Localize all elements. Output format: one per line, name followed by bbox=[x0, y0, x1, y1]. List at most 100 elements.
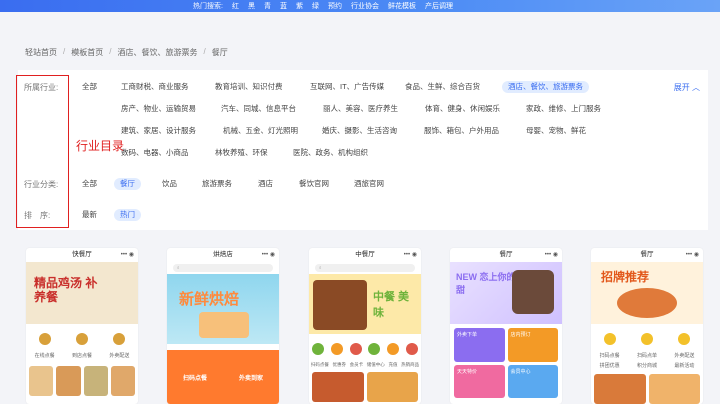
food-thumb bbox=[366, 372, 418, 402]
icon-label: 扫码点餐 bbox=[310, 362, 329, 367]
breadcrumb-separator: / bbox=[203, 47, 206, 56]
industry-option[interactable]: 机械、五金、灯光照明 bbox=[223, 125, 298, 137]
hot-search-label: 热门搜索: bbox=[193, 3, 223, 10]
wallet-icon bbox=[368, 343, 381, 355]
category-option[interactable]: 旅游票务 bbox=[202, 178, 232, 190]
card-title: 餐厅 bbox=[499, 251, 513, 258]
card-phone-header: 餐厅 ••• ◉ bbox=[450, 248, 562, 262]
category-option[interactable]: 酒旅官网 bbox=[354, 178, 384, 190]
breadcrumb-item[interactable]: 模板首页 bbox=[71, 47, 103, 58]
sort-option[interactable]: 最新 bbox=[82, 209, 97, 221]
industry-option[interactable]: 母婴、宠物、鲜花 bbox=[526, 125, 586, 137]
hot-icon bbox=[405, 343, 418, 355]
breadcrumb-separator: / bbox=[109, 47, 112, 56]
industry-option[interactable]: 建筑、家居、设计服务 bbox=[121, 125, 196, 137]
template-card[interactable]: 中餐厅 ••• ◉ ⌕ 中餐 美味 扫码点餐 优惠券 会员卡 储值中心 充值 热… bbox=[309, 248, 421, 404]
category-option[interactable]: 餐饮官网 bbox=[299, 178, 329, 190]
card-feature-grid: 外卖下单 店内预订 天天特价 会员中心 bbox=[454, 328, 558, 398]
icon-label: 到店点餐 bbox=[71, 353, 92, 359]
industry-option[interactable]: 数码、电器、小商品 bbox=[121, 147, 189, 159]
expand-toggle[interactable]: 展开 ︿ bbox=[674, 82, 700, 93]
template-card[interactable]: 烘焙店 ••• ◉ ⌕ 新鲜烘焙 扫码点餐 外卖到家 bbox=[167, 248, 279, 404]
hot-keyword[interactable]: 蓝 bbox=[280, 1, 287, 11]
icon-label: 热销商品 bbox=[401, 362, 420, 367]
industry-option[interactable]: 全部 bbox=[82, 81, 97, 93]
action-label: 扫码点餐 bbox=[182, 375, 207, 382]
category-option[interactable]: 酒店 bbox=[258, 178, 273, 190]
icon-label: 在线点餐 bbox=[34, 353, 55, 359]
template-card[interactable]: 快餐厅 ••• ◉ 精品鸡汤 补养餐 在线点餐 到店点餐 外卖配送 bbox=[26, 248, 138, 404]
feature-tile: 会员中心 bbox=[507, 364, 558, 398]
industry-option-selected[interactable]: 酒店、餐饮、旅游票务 bbox=[502, 81, 589, 93]
industry-option[interactable]: 工商财税、商业服务 bbox=[121, 81, 189, 93]
template-card-grid: 快餐厅 ••• ◉ 精品鸡汤 补养餐 在线点餐 到店点餐 外卖配送 烘焙店 ••… bbox=[0, 248, 720, 404]
industry-option[interactable]: 林牧养殖、环保 bbox=[215, 147, 268, 159]
food-thumb bbox=[83, 366, 108, 396]
card-phone-header: 快餐厅 ••• ◉ bbox=[26, 248, 138, 262]
icon-label: 最新活动 bbox=[674, 363, 695, 369]
more-dots-icon: ••• ◉ bbox=[120, 252, 134, 258]
qr-icon bbox=[640, 333, 653, 345]
hot-keyword[interactable]: 鲜花模板 bbox=[388, 1, 416, 11]
hot-keyword[interactable]: 红 bbox=[232, 1, 239, 11]
card-icon-row bbox=[26, 326, 138, 352]
breadcrumb-item[interactable]: 轻站首页 bbox=[25, 47, 57, 58]
more-dots-icon: ••• ◉ bbox=[403, 252, 417, 258]
industry-option[interactable]: 婚庆、摄影、生活咨询 bbox=[322, 125, 397, 137]
template-card[interactable]: 餐厅 ••• ◉ 招牌推荐 扫码点餐 扫码点单 外卖配送 拼团优惠 积分商城 最… bbox=[591, 248, 703, 404]
coupon-icon bbox=[330, 343, 343, 355]
breadcrumb-item-current: 餐厅 bbox=[211, 48, 228, 57]
delivery-icon bbox=[113, 333, 126, 345]
hot-keyword[interactable]: 预约 bbox=[328, 1, 342, 11]
pasta-image bbox=[617, 288, 677, 318]
food-thumb bbox=[594, 374, 646, 404]
hot-keyword[interactable]: 黑 bbox=[248, 1, 255, 11]
recharge-icon bbox=[386, 343, 399, 355]
poster-headline: 中餐 美味 bbox=[373, 291, 410, 319]
member-card-icon bbox=[349, 343, 362, 355]
breadcrumb-item[interactable]: 酒店、餐饮、旅游票务 bbox=[117, 47, 197, 58]
card-title: 烘焙店 bbox=[213, 251, 233, 258]
industry-option[interactable]: 食品、生鲜、综合百货 bbox=[405, 81, 480, 93]
poster-headline: NEW 恋上你的甜 bbox=[456, 272, 516, 295]
industry-option[interactable]: 家政、维修、上门服务 bbox=[526, 103, 601, 115]
hot-keyword[interactable]: 产后调理 bbox=[425, 1, 453, 11]
breadcrumb-separator: / bbox=[63, 47, 66, 56]
dessert-image bbox=[512, 270, 554, 314]
card-phone-header: 餐厅 ••• ◉ bbox=[591, 248, 703, 262]
industry-option[interactable]: 服饰、箱包、户外用品 bbox=[424, 125, 499, 137]
card-phone-header: 中餐厅 ••• ◉ bbox=[309, 248, 421, 262]
industry-option[interactable]: 汽车、同城、信息平台 bbox=[221, 103, 296, 115]
category-option[interactable]: 全部 bbox=[82, 178, 97, 190]
icon-label: 优惠券 bbox=[332, 362, 346, 367]
scan-icon bbox=[603, 333, 616, 345]
hot-keyword[interactable]: 绿 bbox=[312, 1, 319, 11]
annotation-label: 行业目录 bbox=[76, 139, 125, 153]
card-icon-row bbox=[309, 336, 421, 362]
industry-option[interactable]: 医院、政务、机构组织 bbox=[293, 147, 368, 159]
hot-keyword[interactable]: 青 bbox=[264, 1, 271, 11]
industry-option[interactable]: 体育、健身、休闲娱乐 bbox=[425, 103, 500, 115]
category-option-selected[interactable]: 餐厅 bbox=[114, 178, 141, 190]
icon-label: 储值中心 bbox=[366, 362, 385, 367]
hot-keyword[interactable]: 紫 bbox=[296, 1, 303, 11]
food-thumbnails bbox=[29, 366, 135, 396]
card-title: 快餐厅 bbox=[72, 251, 92, 258]
template-card[interactable]: 餐厅 ••• ◉ NEW 恋上你的甜 外卖下单 店内预订 天天特价 会员中心 bbox=[450, 248, 562, 404]
card-icon-labels: 扫码点餐 优惠券 会员卡 储值中心 充值 热销商品 bbox=[309, 362, 421, 368]
card-poster-image: 新鲜烘焙 bbox=[167, 274, 279, 344]
card-poster-image: NEW 恋上你的甜 bbox=[450, 262, 562, 324]
industry-option[interactable]: 房产、物业、运输贸易 bbox=[121, 103, 196, 115]
hot-keyword[interactable]: 行业协会 bbox=[351, 1, 379, 11]
category-option[interactable]: 饮品 bbox=[162, 178, 177, 190]
industry-option[interactable]: 互联网、IT、广告传媒 bbox=[310, 81, 384, 93]
card-icon-labels: 扫码点餐 扫码点单 外卖配送 bbox=[591, 352, 703, 359]
sort-option-selected[interactable]: 热门 bbox=[114, 209, 141, 221]
card-title: 中餐厅 bbox=[355, 251, 375, 258]
card-icon-labels-row2: 拼团优惠 积分商城 最新活动 bbox=[591, 362, 703, 369]
industry-option[interactable]: 丽人、美容、医疗养生 bbox=[323, 103, 398, 115]
icon-label: 扫码点单 bbox=[636, 353, 657, 359]
more-dots-icon: ••• ◉ bbox=[261, 252, 275, 258]
industry-option[interactable]: 教育培训、知识付费 bbox=[215, 81, 283, 93]
scan-icon bbox=[312, 343, 325, 355]
